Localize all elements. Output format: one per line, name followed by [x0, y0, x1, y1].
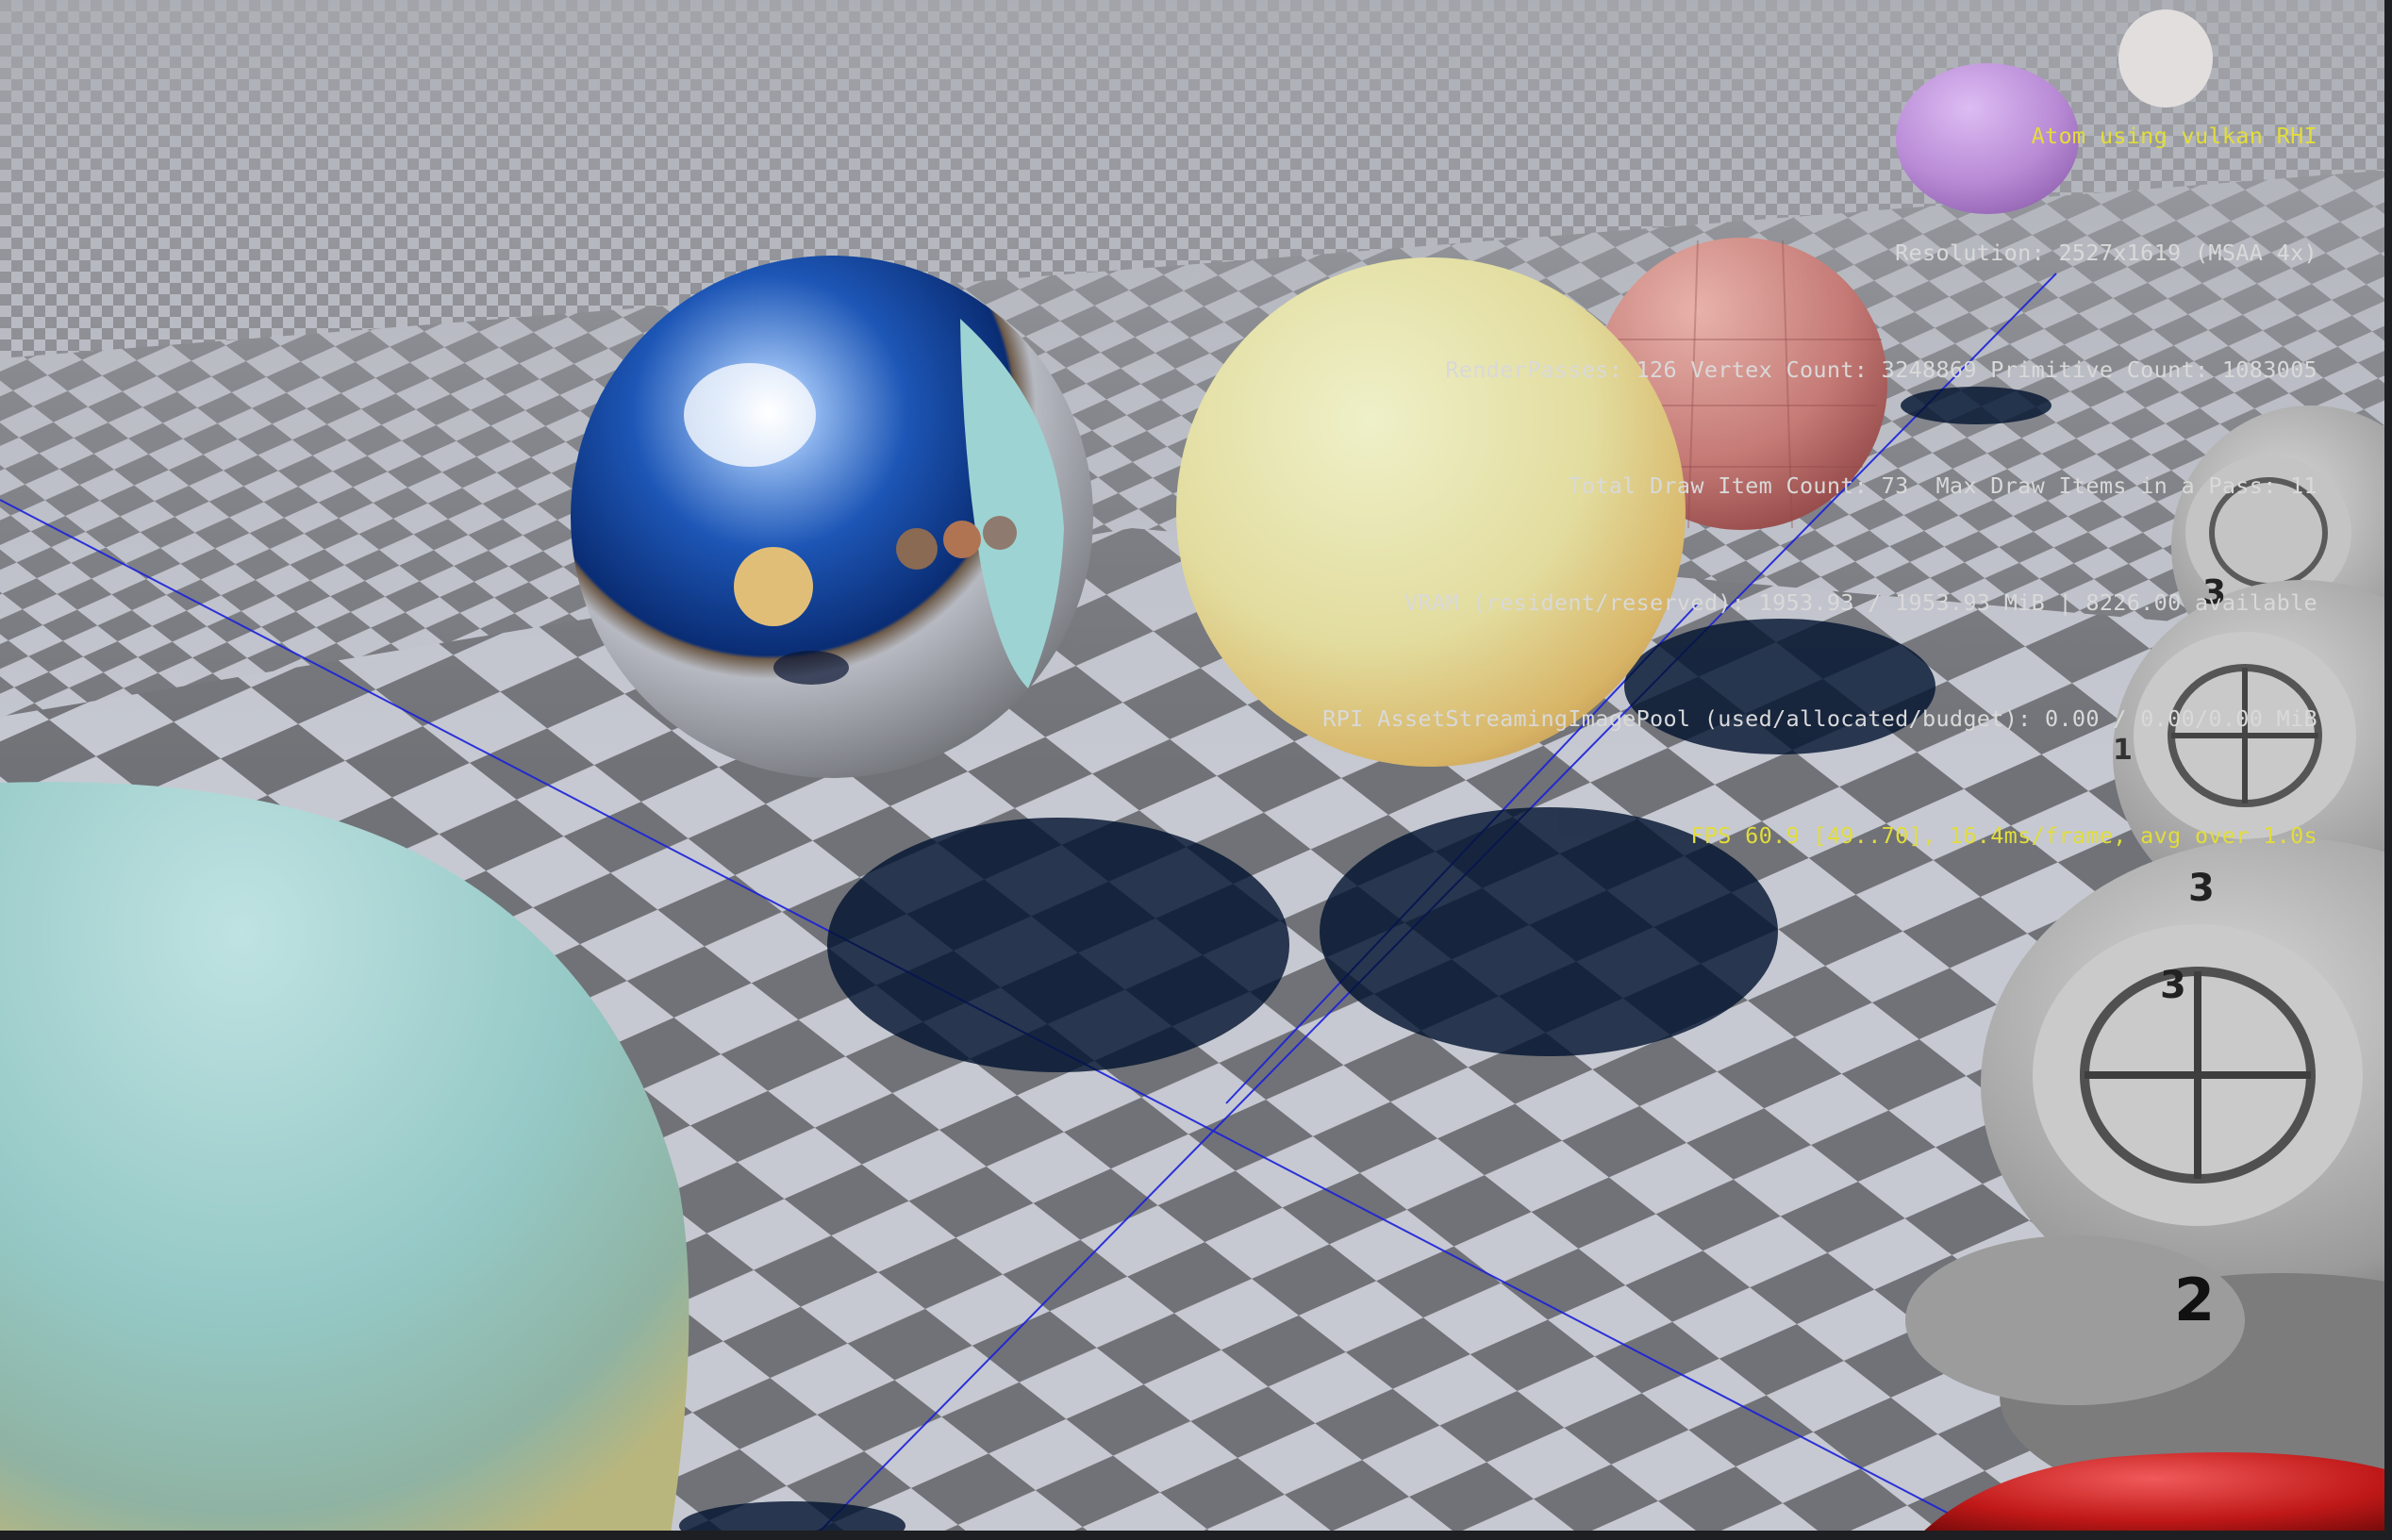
draw-item-stat: Total Draw Item Count: 73 Max Draw Items…	[1568, 472, 2317, 500]
chrome-sphere	[571, 256, 1093, 778]
streaming-pool-stat: RPI AssetStreamingImagePool (used/alloca…	[1322, 705, 2317, 733]
svg-text:2: 2	[2174, 1266, 2215, 1334]
render-viewport[interactable]: 3 1 3 3 2 Atom using vulkan RHI Resoluti…	[0, 0, 2392, 1540]
fps-stat: FPS 60.9 [49..70], 16.4ms/frame, avg ove…	[1690, 822, 2317, 850]
resolution-stat: Resolution: 2527x1619 (MSAA 4x)	[1895, 240, 2317, 267]
svg-text:3: 3	[2160, 964, 2186, 1007]
vram-stat: VRAM (resident/reserved): 1953.93 / 1953…	[1404, 588, 2317, 616]
renderpass-stat: RenderPasses: 126 Vertex Count: 3248869 …	[1445, 356, 2317, 383]
rhi-label: Atom using vulkan RHI	[2031, 123, 2317, 150]
render-stats-overlay: Atom using vulkan RHI Resolution: 2527x1…	[1322, 40, 2317, 934]
